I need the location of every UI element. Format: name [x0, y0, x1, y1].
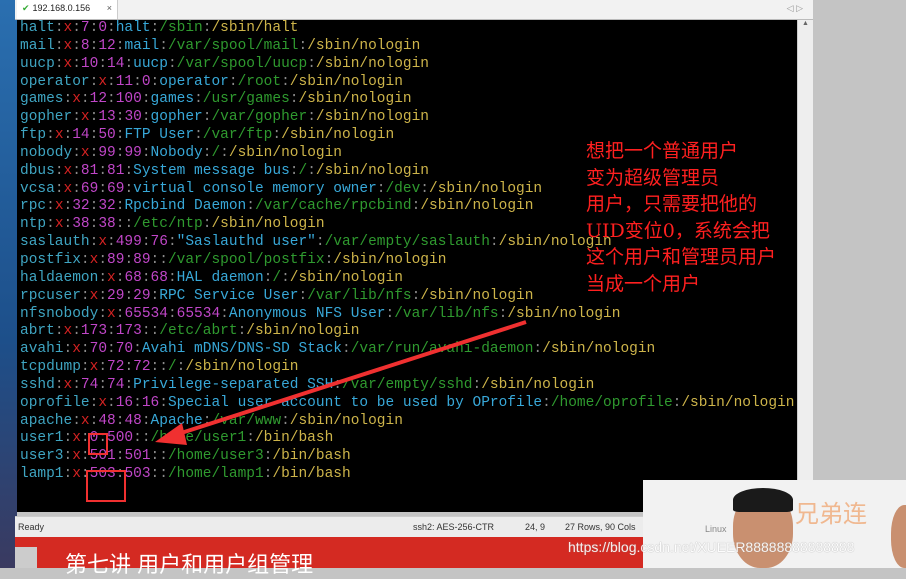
brand-logo: 兄弟连 [795, 501, 867, 528]
second-person [891, 505, 906, 568]
linux-label: Linux [705, 524, 727, 534]
presenter-hair [733, 488, 793, 512]
status-ready: Ready [18, 522, 45, 532]
status-cipher: ssh2: AES-256-CTR [413, 522, 495, 532]
watermark: https://blog.csdn.net/XUEER8888888888888… [568, 539, 855, 555]
lecture-banner: 第七讲 用户和用户组管理 [15, 537, 645, 577]
status-bar: Ready ssh2: AES-256-CTR 24, 9 27 Rows, 9… [15, 516, 645, 537]
banner-title: 第七讲 用户和用户组管理 [65, 552, 314, 577]
status-cursor: 24, 9 [525, 522, 546, 532]
status-size: 27 Rows, 90 Cols [565, 522, 636, 532]
